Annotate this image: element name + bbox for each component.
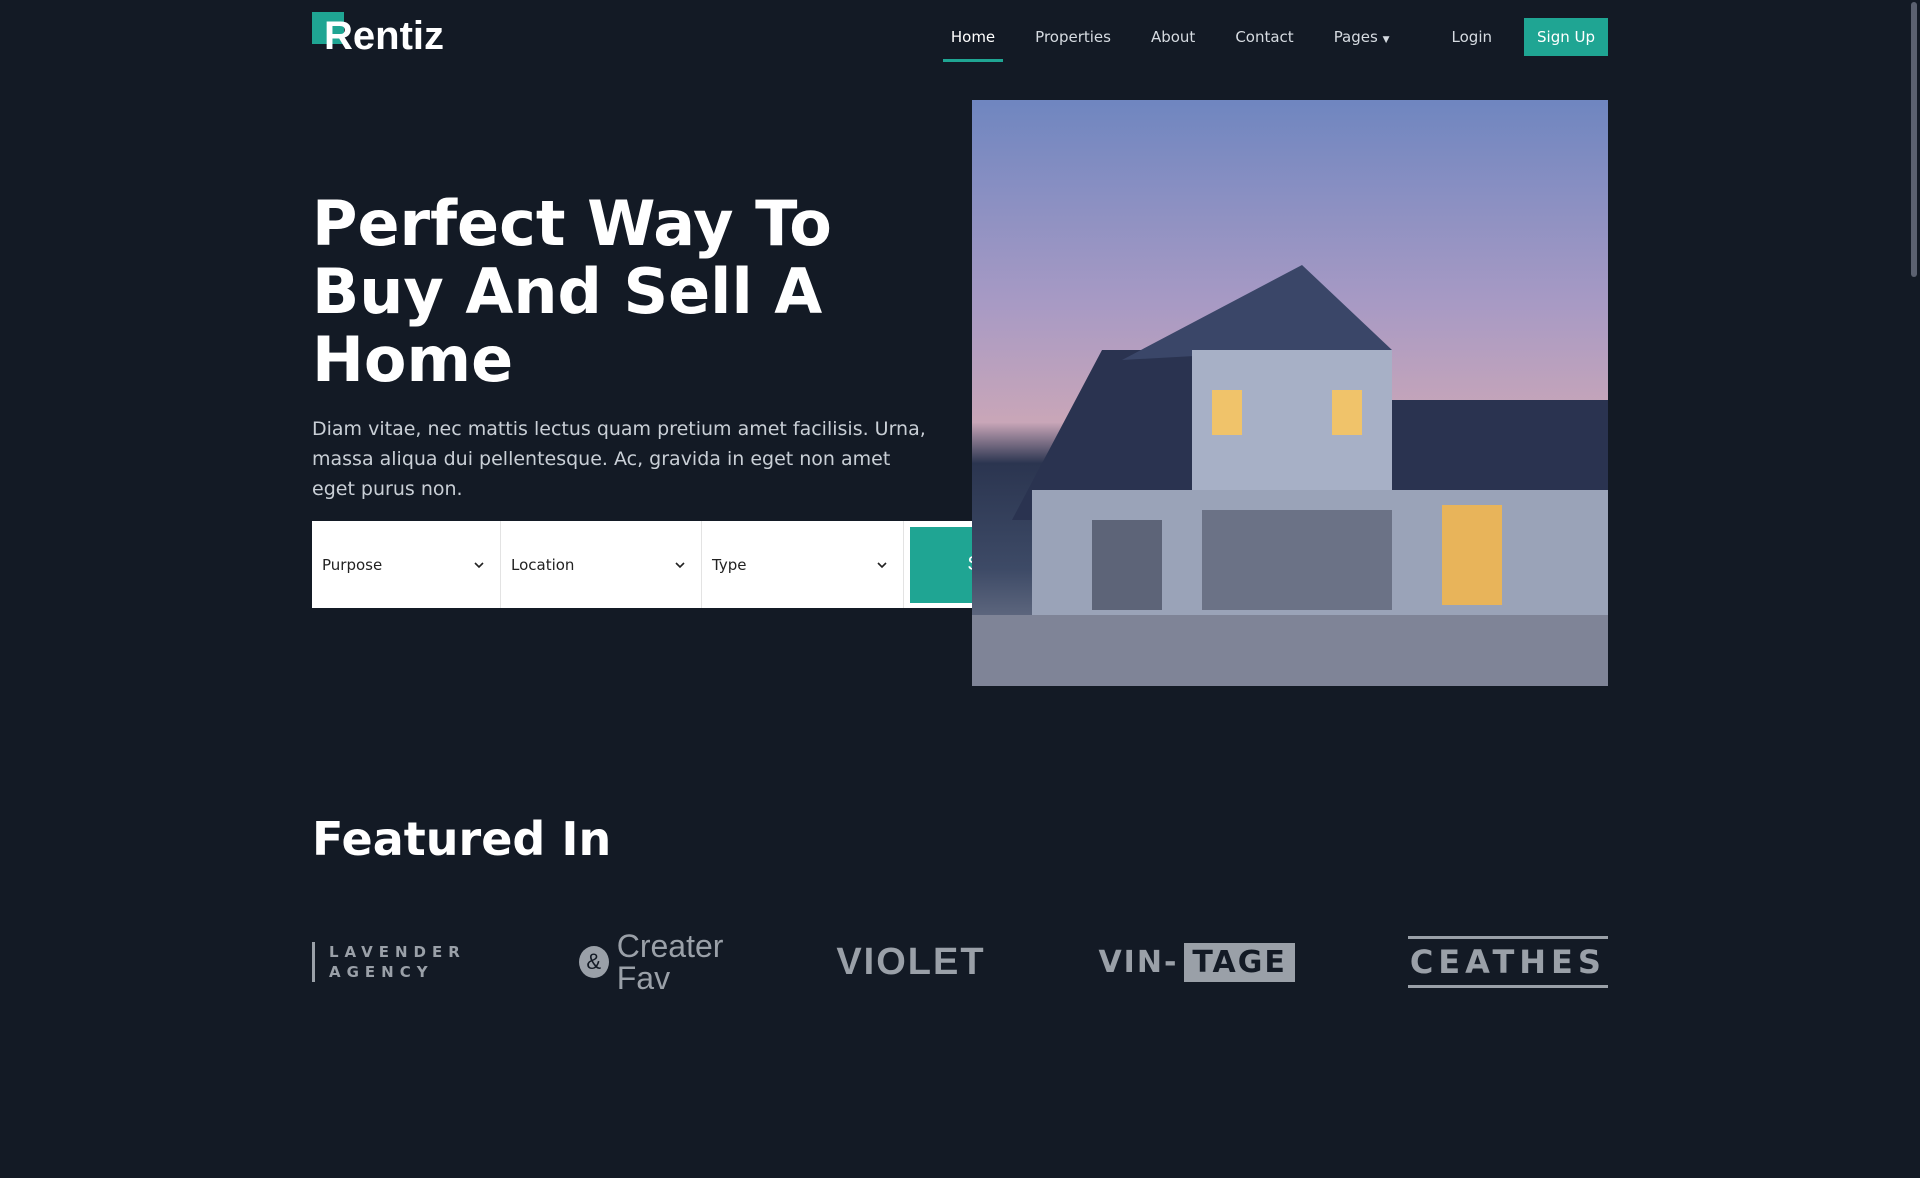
logo-lavender-agency: LAVENDER AGENCY — [312, 942, 466, 982]
logo-creater-fav: & Creater Fav — [578, 928, 724, 996]
caret-down-icon: ▼ — [1382, 35, 1390, 45]
logo-text: TAGE — [1184, 942, 1295, 982]
logo-text: Fav — [616, 960, 671, 996]
house-image — [972, 100, 1608, 686]
scrollbar[interactable] — [1908, 0, 1920, 1178]
hero-lead: Diam vitae, nec mattis lectus quam preti… — [312, 418, 926, 500]
featured-logos: LAVENDER AGENCY & Creater Fav VIOLET VIN- TA… — [312, 930, 1608, 994]
type-select[interactable]: Type — [702, 521, 904, 608]
featured-title: Featured In — [312, 812, 612, 866]
nav-pages-label: Pages — [1333, 28, 1378, 46]
chevron-down-icon — [675, 561, 685, 568]
chevron-down-icon — [877, 561, 887, 568]
logo-text: AGENCY — [329, 963, 434, 981]
signup-button[interactable]: Sign Up — [1524, 18, 1608, 56]
hero-title: Perfect Way To Buy And Sell A Home — [312, 187, 832, 396]
brand-logo[interactable]: Rentiz — [312, 12, 444, 60]
scrollbar-thumb[interactable] — [1911, 2, 1917, 277]
location-select[interactable]: Location — [501, 521, 702, 608]
logo-vintage: VIN- TAGE — [1098, 942, 1295, 982]
main-nav: Home Properties About Contact Pages ▼ Lo… — [911, 18, 1608, 62]
logo-text: Rentiz — [324, 14, 444, 58]
logo-text: LAVENDER — [329, 943, 466, 961]
nav-pages[interactable]: Pages ▼ — [1334, 28, 1390, 46]
ampersand-icon: & — [578, 946, 609, 978]
logo-ceathes: CEATHES — [1407, 936, 1608, 988]
purpose-label: Purpose — [322, 555, 383, 574]
purpose-select[interactable]: Purpose — [312, 521, 501, 608]
logo-violet: VIOLET — [836, 940, 986, 983]
logo-text: Creater — [616, 928, 724, 964]
nav-properties[interactable]: Properties — [1035, 28, 1111, 46]
nav-contact[interactable]: Contact — [1235, 28, 1293, 46]
login-link[interactable]: Login — [1452, 28, 1492, 46]
chevron-down-icon — [474, 561, 484, 568]
nav-home[interactable]: Home — [942, 28, 1004, 62]
nav-about[interactable]: About — [1151, 28, 1195, 46]
type-label: Type — [712, 555, 747, 574]
logo-text: VIN- — [1098, 944, 1179, 980]
location-label: Location — [511, 555, 575, 574]
house-illustration — [972, 265, 1608, 686]
